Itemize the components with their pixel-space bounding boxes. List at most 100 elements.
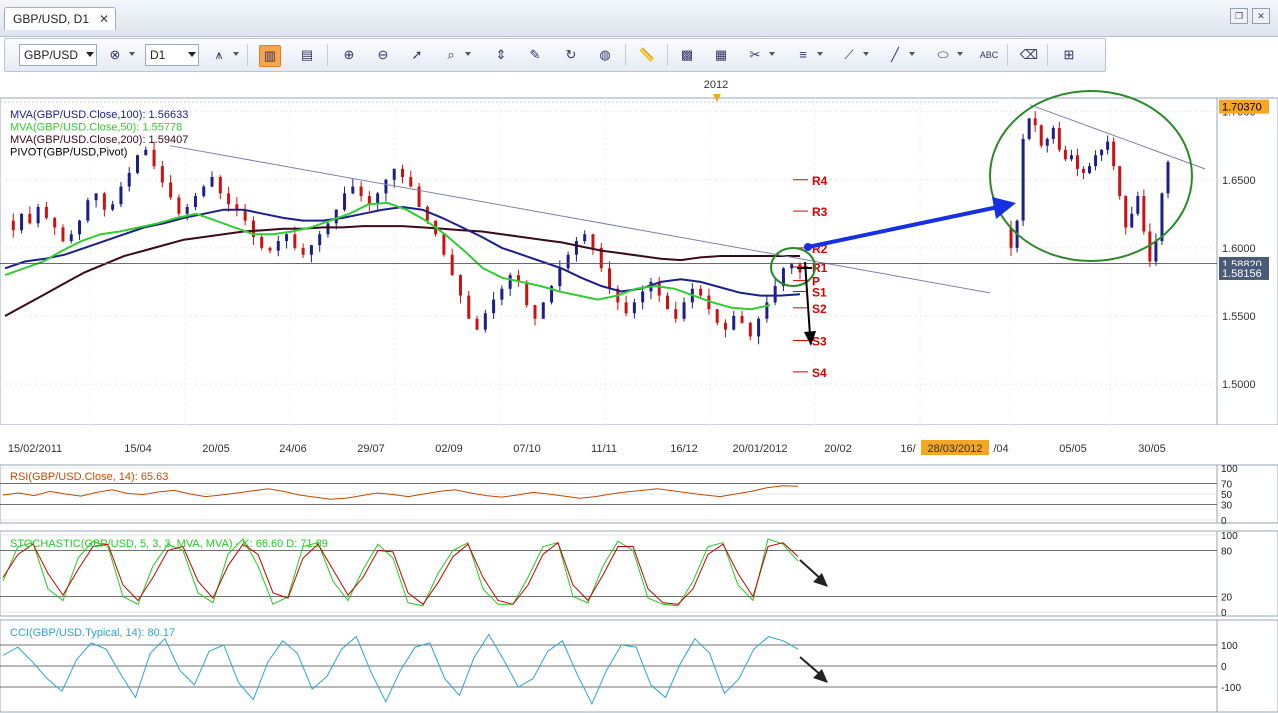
chart-tab[interactable]: GBP/USD, D1 ✕	[4, 7, 117, 30]
export-icon[interactable]: ✎	[525, 45, 545, 65]
legend-entry: MVA(GBP/USD.Close,200): 1.59407	[10, 134, 188, 146]
globe-icon[interactable]: ◍	[595, 45, 615, 65]
zoom-out-icon[interactable]: ⊖	[373, 45, 393, 65]
candle-body	[243, 209, 247, 221]
candle-body	[657, 281, 661, 296]
candle-body	[450, 254, 454, 276]
candle-body	[1081, 168, 1085, 173]
hierarchy-icon[interactable]: ⊞	[1059, 45, 1079, 65]
ellipse-icon[interactable]: ⬭	[933, 45, 953, 65]
time-label: 02/09	[435, 443, 463, 455]
chart-canvas[interactable]: 2012 1.70001.65001.60001.55001.5000 R4R3…	[0, 72, 1278, 713]
zoom-box-icon[interactable]: ⌕	[441, 45, 461, 65]
time-label: 15/02/2011	[8, 443, 62, 455]
candle-body	[78, 220, 82, 235]
pivot-label-s4: S4	[812, 366, 827, 380]
picture-icon[interactable]: ▩	[677, 45, 697, 65]
candle-body	[583, 234, 587, 242]
indicator-title: CCI(GBP/USD.Typical, 14): 80.17	[10, 627, 175, 639]
candle-body	[343, 193, 347, 210]
candle-body	[748, 322, 752, 337]
indicator-tick-label: 100	[1221, 641, 1238, 652]
pivot-label-r4: R4	[812, 174, 828, 188]
candle-body	[500, 288, 504, 300]
pivot-label-r3: R3	[812, 205, 828, 219]
candle-body	[674, 309, 678, 319]
time-label: 24/06	[279, 443, 307, 455]
pivot-label-s3: S3	[812, 335, 827, 349]
time-label: 16/	[900, 443, 916, 455]
line-icon[interactable]: ╱	[885, 45, 905, 65]
indicator-tick-label: 20	[1221, 593, 1233, 604]
candle-body	[1130, 213, 1134, 228]
candle-body	[152, 149, 156, 167]
candle-body	[558, 268, 562, 287]
indicator-tick-label: 80	[1221, 546, 1233, 557]
candle-body	[276, 241, 280, 251]
tab-close-icon[interactable]: ✕	[99, 8, 109, 30]
timeframe-select[interactable]: D1	[145, 44, 199, 66]
candle-body	[492, 299, 496, 314]
restore-window-icon[interactable]: ❐	[1230, 8, 1248, 24]
zoom-arrow-origin	[804, 243, 812, 251]
candle-body	[641, 291, 645, 303]
candle-body	[1021, 138, 1025, 221]
cursor-icon[interactable]: ➚	[407, 45, 427, 65]
candle-body	[218, 177, 222, 194]
candle-body	[1051, 127, 1055, 139]
candle-body	[1094, 155, 1098, 167]
candle-body	[351, 186, 355, 194]
candle-body	[94, 193, 98, 201]
candle-body	[1075, 155, 1079, 169]
bar-chart-icon[interactable]: ▤	[297, 45, 317, 65]
indicator-title: RSI(GBP/USD.Close, 14): 65.63	[10, 471, 168, 483]
candle-chart-icon[interactable]: ▥	[259, 45, 281, 67]
candle-body	[309, 245, 313, 255]
indicator-tick-label: 30	[1221, 500, 1233, 511]
text-icon[interactable]: ABC	[979, 45, 999, 65]
time-label: 07/10	[513, 443, 541, 455]
candle-body	[111, 204, 115, 210]
candle-body	[1045, 138, 1049, 146]
candle-body	[715, 309, 719, 323]
symbol-select[interactable]: GBP/USD	[19, 44, 97, 66]
fit-icon[interactable]: ⇕	[491, 45, 511, 65]
candle-body	[28, 213, 32, 224]
candle-body	[533, 305, 537, 319]
indicators-icon[interactable]: ≡	[793, 45, 813, 65]
zoom-in-icon[interactable]: ⊕	[339, 45, 359, 65]
candle-body	[1057, 127, 1061, 150]
candle-body	[260, 236, 264, 248]
indicator-tick-label: 0	[1221, 516, 1227, 527]
candle-body	[334, 209, 338, 224]
candle-body	[624, 302, 628, 314]
time-label: 30/05	[1138, 443, 1166, 455]
chart-type-icon[interactable]: ⩚	[209, 45, 229, 65]
candle-body	[185, 207, 189, 214]
window-buttons: ❐ ✕	[1230, 8, 1270, 24]
trading-chart-window: GBP/USD, D1 ✕ ❐ ✕ GBP/USD ⊗ D1 ⩚ ▥ ▤ ⊕ ⊖…	[0, 0, 1278, 713]
candle-body	[541, 302, 545, 319]
reload-icon[interactable]: ↻	[561, 45, 581, 65]
candle-body	[458, 275, 462, 296]
candle-body	[136, 155, 139, 173]
tools-icon[interactable]: ✂	[745, 45, 765, 65]
candle-body	[467, 295, 471, 319]
pivot-label-s2: S2	[812, 302, 827, 316]
eraser-icon[interactable]: ⌫	[1019, 45, 1039, 65]
candle-body	[740, 316, 744, 323]
time-label: /04	[993, 443, 1008, 455]
add-remove-instrument-icon[interactable]: ⊗	[105, 45, 125, 65]
candle-body	[177, 197, 181, 214]
image-icon[interactable]: ▦	[711, 45, 731, 65]
price-tick-label: 1.5000	[1222, 379, 1256, 391]
candle-body	[525, 281, 529, 306]
drawing-icon[interactable]: ⟋	[839, 45, 859, 65]
candle-body	[682, 302, 686, 319]
close-window-icon[interactable]: ✕	[1252, 8, 1270, 24]
candle-body	[102, 193, 106, 210]
pivot-label-s1: S1	[812, 285, 827, 299]
price-pane	[0, 97, 1218, 426]
ruler-icon[interactable]: 📏	[637, 45, 657, 65]
candle-body	[392, 168, 396, 180]
